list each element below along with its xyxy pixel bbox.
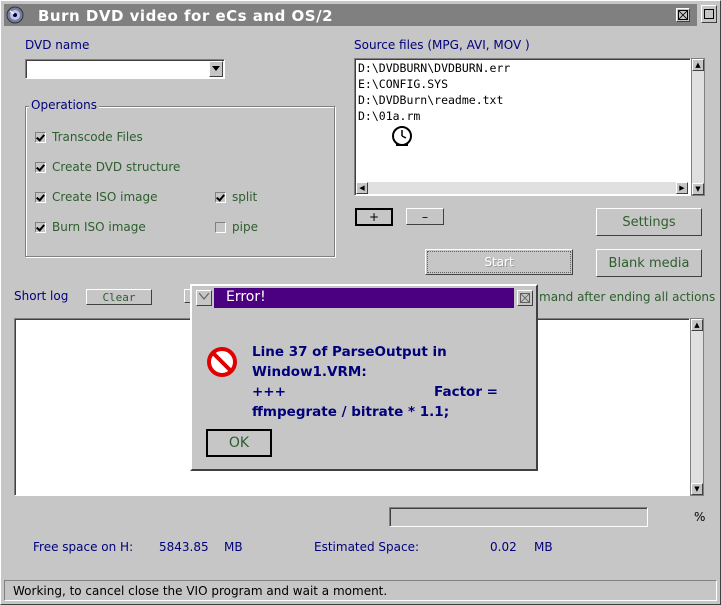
transcode-label: Transcode Files	[52, 130, 143, 144]
error-line-3a: +++	[252, 384, 286, 400]
horizontal-scrollbar[interactable]: ◀ ▶	[356, 182, 688, 194]
settings-button[interactable]: Settings	[596, 208, 702, 236]
blank-media-button[interactable]: Blank media	[596, 249, 702, 277]
close-button[interactable]	[701, 5, 717, 23]
chevron-down-icon	[212, 66, 220, 71]
error-line-3: +++ Factor =	[252, 382, 498, 402]
source-files-list[interactable]: D:\DVDBURN\DVDBURN.err E:\CONFIG.SYS D:\…	[354, 58, 691, 196]
scroll-down-button[interactable]: ▼	[692, 183, 704, 195]
scroll-right-button[interactable]: ▶	[676, 182, 688, 194]
checkbox-box[interactable]	[35, 161, 46, 173]
window-title: Burn DVD video for eCs and OS/2	[38, 7, 334, 25]
source-files-label: Source files (MPG, AVI, MOV )	[354, 38, 530, 52]
dropdown-button[interactable]	[209, 61, 223, 77]
burn-iso-checkbox[interactable]: Burn ISO image	[35, 220, 146, 234]
progress-bar	[389, 507, 648, 527]
error-line-4: ffmpegrate / bitrate * 1.1;	[252, 404, 450, 420]
ok-button[interactable]: OK	[206, 429, 272, 457]
percent-symbol: %	[694, 510, 706, 524]
scroll-left-button[interactable]: ◀	[356, 182, 368, 194]
pipe-checkbox[interactable]: pipe	[215, 220, 258, 234]
pipe-label: pipe	[232, 220, 258, 234]
scroll-down-button[interactable]: ▼	[691, 483, 703, 495]
transcode-checkbox[interactable]: Transcode Files	[35, 130, 143, 144]
dvd-name-label: DVD name	[25, 38, 90, 52]
estimated-space-value: 0.02	[490, 540, 517, 554]
estimated-space-unit: MB	[534, 540, 553, 554]
error-message: Line 37 of ParseOutput in Window1.VRM: +…	[252, 342, 522, 422]
create-iso-checkbox[interactable]: Create ISO image	[35, 190, 157, 204]
source-vertical-scrollbar[interactable]: ▲ ▼	[691, 58, 705, 196]
dialog-title-bar[interactable]: Error!	[214, 288, 514, 308]
checkbox-box[interactable]	[215, 191, 226, 203]
dialog-menu-button[interactable]	[196, 290, 212, 306]
dialog-close-button[interactable]	[517, 290, 533, 306]
scroll-up-button[interactable]: ▲	[691, 319, 703, 331]
source-file-item[interactable]: D:\01a.rm	[358, 109, 420, 123]
source-file-item[interactable]: D:\DVDBURN\DVDBURN.err	[358, 61, 510, 75]
split-label: split	[232, 190, 258, 204]
checkbox-box[interactable]	[35, 131, 46, 143]
app-icon[interactable]	[6, 6, 24, 24]
checkbox-box[interactable]	[35, 191, 46, 203]
source-file-item[interactable]: D:\DVDBurn\readme.txt	[358, 93, 503, 107]
free-space-unit: MB	[224, 540, 243, 554]
dvd-name-combobox[interactable]	[25, 59, 225, 79]
clear-log-button[interactable]: Clear	[86, 289, 152, 305]
add-file-button[interactable]: +	[355, 208, 393, 226]
split-checkbox[interactable]: split	[215, 190, 257, 204]
scroll-up-button[interactable]: ▲	[692, 59, 704, 71]
checkbox-box[interactable]	[215, 221, 226, 233]
command-after-label: mand after ending all actions	[539, 290, 716, 304]
error-dialog: Error! Line 37 of ParseOutput in Window1…	[190, 284, 538, 471]
short-log-label: Short log	[14, 289, 69, 303]
log-vertical-scrollbar[interactable]: ▲ ▼	[690, 318, 704, 496]
create-dvd-checkbox[interactable]: Create DVD structure	[35, 160, 180, 174]
clock-icon	[391, 125, 413, 147]
operations-title: Operations	[29, 98, 99, 112]
error-stop-icon	[206, 346, 238, 378]
error-line-3b: Factor =	[434, 384, 498, 400]
create-dvd-label: Create DVD structure	[52, 160, 181, 174]
maximize-button[interactable]	[676, 8, 690, 22]
source-file-item[interactable]: E:\CONFIG.SYS	[358, 77, 448, 91]
estimated-space-label: Estimated Space:	[314, 540, 420, 554]
remove-file-button[interactable]: –	[406, 208, 444, 225]
error-line-2: Window1.VRM:	[252, 364, 367, 380]
checkbox-box[interactable]	[35, 221, 46, 233]
create-iso-label: Create ISO image	[52, 190, 158, 204]
operations-group	[25, 106, 335, 257]
status-bar: Working, to cancel close the VIO program…	[4, 580, 717, 601]
status-text: Working, to cancel close the VIO program…	[13, 584, 388, 598]
free-space-value: 5843.85	[159, 540, 209, 554]
error-line-1: Line 37 of ParseOutput in	[252, 344, 447, 360]
start-button[interactable]: Start	[425, 249, 573, 275]
dialog-title: Error!	[226, 289, 266, 305]
free-space-label: Free space on H:	[33, 540, 134, 554]
burn-iso-label: Burn ISO image	[52, 220, 146, 234]
